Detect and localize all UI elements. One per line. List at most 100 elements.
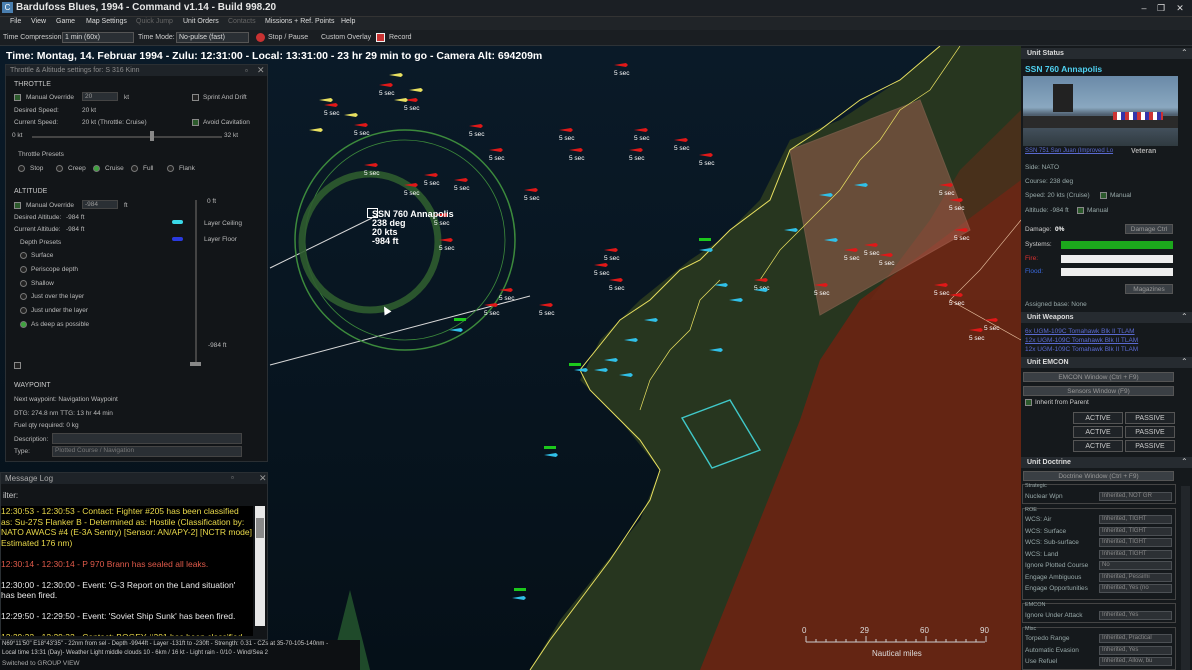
preset-cruise-radio[interactable] — [93, 165, 100, 172]
depth-surface-radio[interactable] — [20, 252, 27, 259]
current-speed-label: Current Speed: — [14, 119, 59, 126]
emcon-active-2[interactable]: ACTIVE — [1073, 426, 1123, 438]
minimize-button[interactable]: – — [1138, 3, 1150, 13]
magazines-button[interactable]: Magazines — [1125, 284, 1173, 294]
doctrine-row-select[interactable]: Inherited, TIGHT — [1099, 549, 1172, 559]
panel-pin-icon[interactable]: ▫ — [245, 66, 248, 75]
misc-row-select[interactable]: Inherited, Yes — [1099, 645, 1172, 655]
doctrine-row-select[interactable]: Inherited, TIGHT — [1099, 526, 1172, 536]
contact-timer-label: 5 sec — [484, 310, 500, 317]
unit-photo — [1023, 76, 1178, 146]
menu-file[interactable]: File — [10, 18, 21, 25]
log-min-icon[interactable]: ▫ — [231, 473, 234, 482]
contact-timer-label: 5 sec — [949, 300, 965, 307]
weapon-item-3[interactable]: 12x UGM-109C Tomahawk Blk II TLAM — [1025, 346, 1138, 351]
weapon-item-2[interactable]: 12x UGM-109C Tomahawk Blk II TLAM — [1025, 337, 1138, 344]
nuclear-select[interactable]: Inherited, NOT GR — [1099, 492, 1172, 501]
misc-row-select[interactable]: Inherited, Practical — [1099, 634, 1172, 643]
speed-slider-track[interactable] — [32, 136, 222, 138]
depth-deep-radio[interactable] — [20, 321, 27, 328]
panel-close-icon[interactable]: ✕ — [257, 65, 265, 76]
menu-view[interactable]: View — [31, 18, 46, 25]
preset-full-radio[interactable] — [131, 165, 138, 172]
depth-over-layer-radio[interactable] — [20, 293, 27, 300]
alt-manual-checkbox-r[interactable] — [1077, 207, 1084, 214]
depth-under-layer-radio[interactable] — [20, 307, 27, 314]
emcon-passive-2[interactable]: PASSIVE — [1125, 426, 1175, 438]
custom-overlay-button[interactable]: Custom Overlay — [321, 34, 371, 41]
speed-manual-checkbox[interactable] — [1100, 192, 1107, 199]
speed-slider-thumb[interactable] — [150, 131, 154, 141]
time-mode-select[interactable]: No-pulse (fast) — [176, 32, 249, 43]
time-mode-label: Time Mode: — [138, 34, 175, 41]
emcon-passive-1[interactable]: PASSIVE — [1125, 412, 1175, 424]
fire-label: Fire: — [1025, 255, 1038, 262]
restore-button[interactable]: ❐ — [1155, 3, 1167, 13]
menu-map-settings[interactable]: Map Settings — [86, 18, 127, 25]
unit-doctrine-header[interactable]: Unit Doctrine — [1021, 457, 1192, 468]
avoid-cavitation-checkbox[interactable] — [192, 119, 199, 126]
unit-status-header[interactable]: Unit Status — [1021, 48, 1192, 59]
weapons-collapse-icon[interactable]: ⌃ — [1181, 312, 1188, 321]
unit-weapons-header[interactable]: Unit Weapons — [1021, 312, 1192, 323]
altitude-input[interactable]: -984 — [82, 200, 118, 209]
altitude-slider-track[interactable] — [195, 200, 197, 365]
contact-timer-label: 5 sec — [814, 290, 830, 297]
right-scrollbar[interactable] — [1181, 486, 1190, 670]
preset-stop-radio[interactable] — [18, 165, 25, 172]
dtg-ttg: DTG: 274.8 nm TTG: 13 hr 44 min — [14, 410, 113, 417]
emcon-active-3[interactable]: ACTIVE — [1073, 440, 1123, 452]
selected-unit-label[interactable]: SSN 760 Annapolis 238 deg 20 kts -984 ft — [372, 210, 454, 246]
log-scrollbar-thumb[interactable] — [256, 518, 264, 538]
depth-periscope-radio[interactable] — [20, 266, 27, 273]
menu-quick-jump[interactable]: Quick Jump — [136, 18, 173, 25]
doctrine-row-select[interactable]: Inherited, Pessimi — [1099, 572, 1172, 582]
contact-timer-label: 5 sec — [614, 70, 630, 77]
record-button[interactable]: Record — [389, 34, 412, 41]
doctrine-window-button[interactable]: Doctrine Window (Ctrl + F9) — [1023, 471, 1174, 481]
depth-over-layer-label: Just over the layer — [31, 293, 85, 300]
doctrine-row-select[interactable]: No — [1099, 561, 1172, 570]
emcon-active-1[interactable]: ACTIVE — [1073, 412, 1123, 424]
close-button[interactable]: ✕ — [1174, 3, 1186, 13]
emcon-window-button[interactable]: EMCON Window (Ctrl + F9) — [1023, 372, 1174, 382]
depth-shallow-radio[interactable] — [20, 280, 27, 287]
damage-ctrl-button[interactable]: Damage Ctrl — [1125, 224, 1173, 234]
sprint-drift-checkbox[interactable] — [192, 94, 199, 101]
doctrine-row-select[interactable]: Inherited, Yes (no — [1099, 584, 1172, 593]
menu-help[interactable]: Help — [341, 18, 355, 25]
altitude-slider-thumb[interactable] — [190, 362, 201, 366]
misc-row-select[interactable]: Inherited, Allow, bu — [1099, 657, 1172, 666]
unlabeled-checkbox[interactable] — [14, 362, 21, 369]
emcon-passive-3[interactable]: PASSIVE — [1125, 440, 1175, 452]
log-close-icon[interactable]: ✕ — [259, 473, 267, 484]
preset-creep-radio[interactable] — [56, 165, 63, 172]
doctrine-collapse-icon[interactable]: ⌃ — [1181, 457, 1188, 466]
menu-contacts[interactable]: Contacts — [228, 18, 256, 25]
type-select[interactable]: Plotted Course / Navigation — [52, 446, 242, 457]
emcon-collapse-icon[interactable]: ⌃ — [1181, 357, 1188, 366]
window-title: Bardufoss Blues, 1994 - Command v1.14 - … — [16, 2, 277, 13]
unit-class-link[interactable]: SSN 751 San Juan (Improved Lo — [1025, 148, 1113, 154]
collapse-icon[interactable]: ⌃ — [1181, 48, 1188, 57]
throttle-speed-input[interactable]: 20 — [82, 92, 118, 101]
doctrine-row-select[interactable]: Inherited, TIGHT — [1099, 515, 1172, 524]
sensors-window-button[interactable]: Sensors Window (F9) — [1023, 386, 1174, 396]
description-input[interactable] — [52, 433, 242, 444]
selected-unit-icon[interactable] — [367, 208, 378, 218]
alt-manual-checkbox[interactable] — [14, 202, 21, 209]
time-compression-select[interactable]: 1 min (60x) — [62, 32, 134, 43]
menu-game[interactable]: Game — [56, 18, 75, 25]
stop-pause-button[interactable]: Stop / Pause — [268, 34, 308, 41]
preset-flank-radio[interactable] — [167, 165, 174, 172]
alt-top-label: 0 ft — [207, 198, 217, 205]
inherit-parent-checkbox[interactable] — [1025, 399, 1032, 406]
menu-unit-orders[interactable]: Unit Orders — [183, 18, 219, 25]
doctrine-row-select[interactable]: Inherited, TIGHT — [1099, 538, 1172, 547]
manual-override-checkbox[interactable] — [14, 94, 21, 101]
unit-emcon-header[interactable]: Unit EMCON — [1021, 357, 1192, 368]
weapon-item-1[interactable]: 6x UGM-109C Tomahawk Blk II TLAM — [1025, 328, 1135, 335]
menu-missions[interactable]: Missions + Ref. Points — [265, 18, 334, 25]
ignore-attack-select[interactable]: Inherited, Yes — [1099, 611, 1172, 620]
current-speed-value: 20 kt (Throttle: Cruise) — [82, 119, 147, 126]
